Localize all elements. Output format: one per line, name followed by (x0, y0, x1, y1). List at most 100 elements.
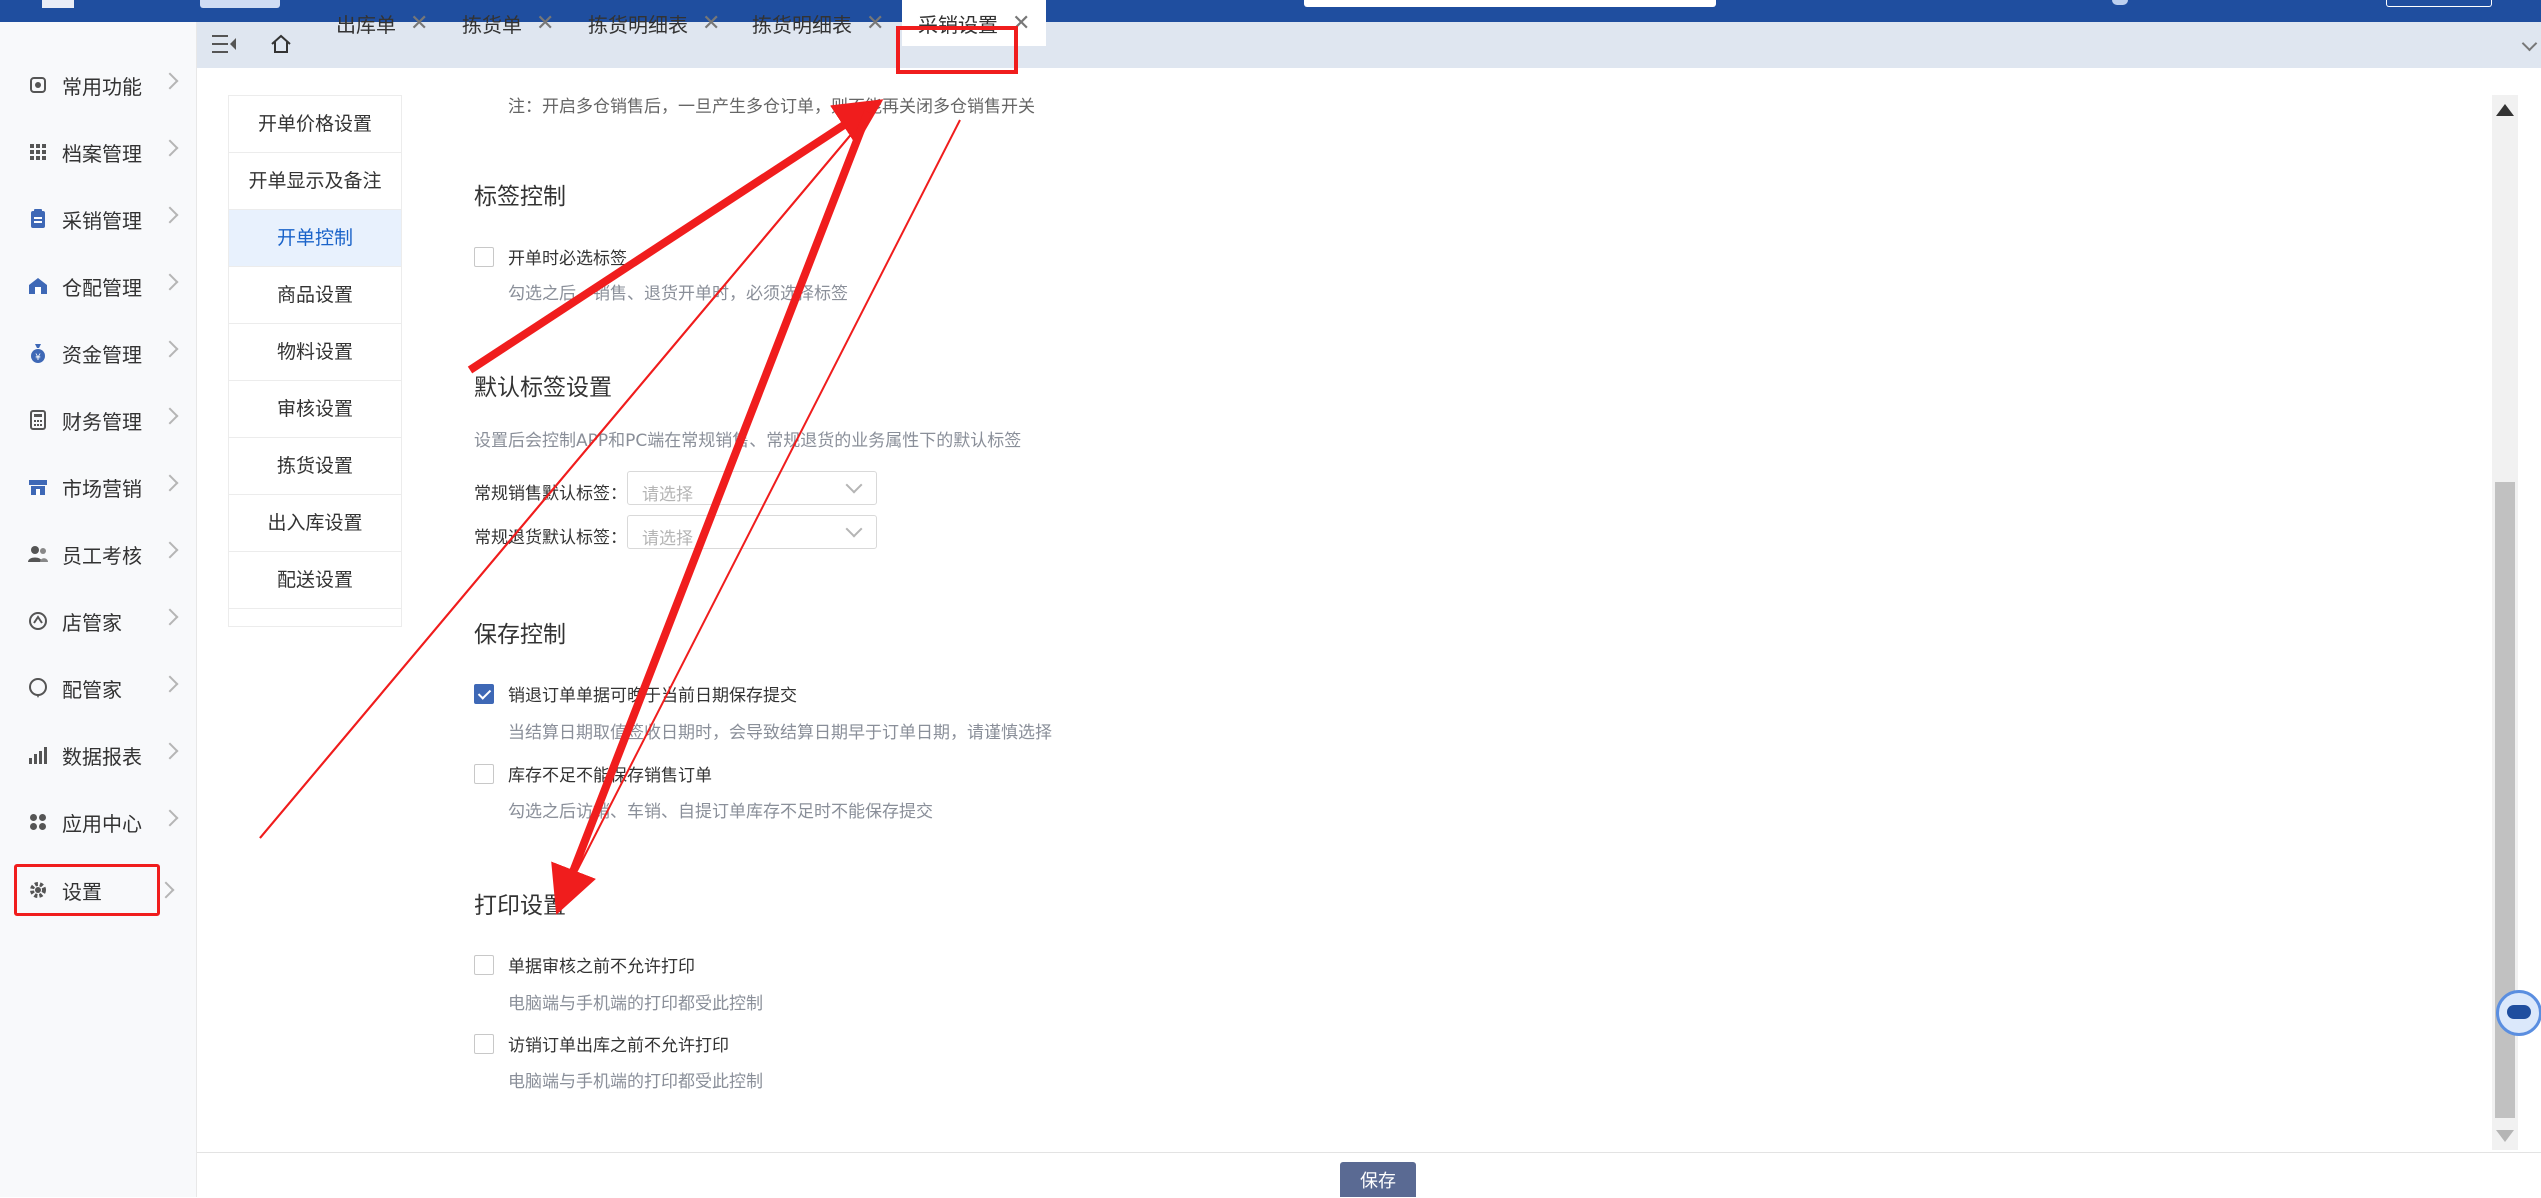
subnav-item-delivery[interactable]: 配送设置 (229, 552, 401, 609)
sidebar-item-finance[interactable]: 财务管理 (14, 400, 184, 440)
svg-text:¥: ¥ (35, 353, 41, 363)
option-late-date-save[interactable]: 销退订单单据可晚于当前日期保存提交 (474, 681, 797, 706)
shop-icon (28, 611, 48, 631)
return-default-tag-select[interactable]: 请选择 (627, 515, 877, 549)
sidebar-item-label: 档案管理 (62, 141, 142, 166)
brand-badge (200, 0, 280, 8)
option-no-print-before-outbound[interactable]: 访销订单出库之前不允许打印 (474, 1031, 729, 1056)
section-title-print-settings: 打印设置 (474, 893, 566, 919)
save-button[interactable]: 保存 (1340, 1162, 1416, 1197)
option-description: 电脑端与手机端的打印都受此控制 (508, 1072, 763, 1092)
chevron-right-icon (161, 273, 179, 291)
option-stock-insufficient[interactable]: 库存不足不能保存销售订单 (474, 761, 712, 786)
sidebar-item-app-center[interactable]: 应用中心 (14, 802, 184, 842)
close-icon[interactable]: ✕ (702, 11, 720, 36)
close-icon[interactable]: ✕ (536, 11, 554, 36)
sidebar-item-funds[interactable]: ¥ 资金管理 (14, 333, 184, 373)
chevron-right-icon (161, 72, 179, 90)
sidebar-item-marketing[interactable]: 市场营销 (14, 467, 184, 507)
checkbox[interactable] (474, 246, 494, 267)
option-label: 访销订单出库之前不允许打印 (508, 1036, 729, 1056)
users-icon (28, 544, 48, 564)
subnav-item-product[interactable]: 商品设置 (229, 267, 401, 324)
sidebar-item-shop-manager[interactable]: 店管家 (14, 601, 184, 641)
sidebar-item-warehouse[interactable]: 仓配管理 (14, 266, 184, 306)
checkbox[interactable] (474, 954, 494, 975)
close-icon[interactable]: ✕ (410, 11, 428, 36)
calculator-icon (28, 410, 48, 430)
option-label: 单据审核之前不允许打印 (508, 957, 695, 977)
sale-default-tag-label: 常规销售默认标签： (474, 484, 627, 504)
sidebar-item-label: 数据报表 (62, 744, 142, 769)
home-icon (28, 75, 48, 95)
tab-label: 拣货单 (462, 12, 522, 37)
sidebar-item-distribution-manager[interactable]: 配管家 (14, 668, 184, 708)
option-label: 库存不足不能保存销售订单 (508, 766, 712, 786)
sale-default-tag-select[interactable]: 请选择 (627, 471, 877, 505)
tab-highlight-box (896, 26, 1018, 74)
sidebar-item-label: 配管家 (62, 677, 122, 702)
sidebar-item-common[interactable]: 常用功能 (14, 65, 184, 105)
annotation-arrow-up (467, 99, 884, 374)
checkbox-checked[interactable] (474, 683, 494, 704)
tab-picking-detail-2[interactable]: 拣货明细表 ✕ (752, 0, 884, 46)
section-title-save-control: 保存控制 (474, 622, 566, 648)
settings-subnav: 开单价格设置 开单显示及备注 开单控制 商品设置 物料设置 审核设置 拣货设置 … (228, 95, 402, 627)
section-title-default-tag: 默认标签设置 (474, 375, 612, 401)
scroll-down-arrow-icon[interactable] (2496, 1130, 2514, 1142)
subnav-item-inout[interactable]: 出入库设置 (229, 495, 401, 552)
money-bag-icon: ¥ (28, 343, 48, 363)
sidebar-item-reports[interactable]: 数据报表 (14, 735, 184, 775)
subnav-item-picking[interactable]: 拣货设置 (229, 438, 401, 495)
close-icon[interactable]: ✕ (866, 11, 884, 36)
tab-picking-detail-1[interactable]: 拣货明细表 ✕ (588, 0, 720, 46)
subnav-item-audit[interactable]: 审核设置 (229, 381, 401, 438)
avatar[interactable] (2112, 0, 2128, 5)
sidebar-item-label: 设置 (62, 879, 102, 904)
tab-outbound-order[interactable]: 出库单 ✕ (336, 0, 428, 46)
option-description: 勾选之后访销、车销、自提订单库存不足时不能保存提交 (508, 802, 933, 822)
default-tag-description: 设置后会控制APP和PC端在常规销售、常规退货的业务属性下的默认标签 (474, 431, 1022, 451)
apps-icon (28, 812, 48, 832)
select-placeholder: 请选择 (642, 485, 693, 505)
sidebar-item-label: 资金管理 (62, 342, 142, 367)
option-description: 当结算日期取值签收日期时，会导致结算日期早于订单日期，请谨慎选择 (508, 723, 1052, 743)
sidebar-item-purchase-sales[interactable]: 采销管理 (14, 199, 184, 239)
chevron-down-icon (845, 520, 863, 538)
option-label: 销退订单单据可晚于当前日期保存提交 (508, 686, 797, 706)
subnav-item-display[interactable]: 开单显示及备注 (229, 153, 401, 210)
sidebar-item-staff[interactable]: 员工考核 (14, 534, 184, 574)
subnav-item-order-control[interactable]: 开单控制 (229, 210, 401, 267)
chevron-down-icon (845, 476, 863, 494)
option-required-tag[interactable]: 开单时必选标签 (474, 244, 627, 269)
section-title-tag-control: 标签控制 (474, 184, 566, 210)
scroll-up-arrow-icon[interactable] (2496, 104, 2514, 116)
subnav-item-price[interactable]: 开单价格设置 (229, 96, 401, 153)
tab-picking-order[interactable]: 拣货单 ✕ (462, 0, 554, 46)
subnav-item-material[interactable]: 物料设置 (229, 324, 401, 381)
sidebar-item-label: 市场营销 (62, 476, 142, 501)
multi-warehouse-note: 注：开启多仓销售后，一旦产生多仓订单，则不能再关闭多仓销售开关 (508, 97, 1035, 117)
home-tab-icon[interactable] (270, 33, 292, 59)
global-search-input[interactable] (1304, 0, 1716, 7)
sidebar-item-label: 应用中心 (62, 811, 142, 836)
chevron-right-icon (161, 407, 179, 425)
checkbox[interactable] (474, 763, 494, 784)
chevron-right-icon (161, 139, 179, 157)
sidebar-item-archive[interactable]: 档案管理 (14, 132, 184, 172)
sidebar-item-label: 员工考核 (62, 543, 142, 568)
option-no-print-before-audit[interactable]: 单据审核之前不允许打印 (474, 952, 695, 977)
select-placeholder: 请选择 (642, 529, 693, 549)
option-label: 开单时必选标签 (508, 249, 627, 269)
assistant-robot-icon[interactable] (2496, 990, 2541, 1036)
top-action-button[interactable] (2386, 0, 2492, 7)
return-default-tag-label: 常规退货默认标签： (474, 528, 627, 548)
tab-label: 出库单 (336, 12, 396, 37)
warehouse-icon (28, 276, 48, 296)
option-description: 勾选之后，销售、退货开单时，必须选择标签 (508, 284, 848, 304)
collapse-menu-icon[interactable] (212, 33, 236, 59)
logo (42, 0, 74, 8)
checkbox[interactable] (474, 1033, 494, 1054)
sidebar-item-settings[interactable]: 设置 (14, 864, 160, 916)
tab-label: 拣货明细表 (752, 12, 852, 37)
